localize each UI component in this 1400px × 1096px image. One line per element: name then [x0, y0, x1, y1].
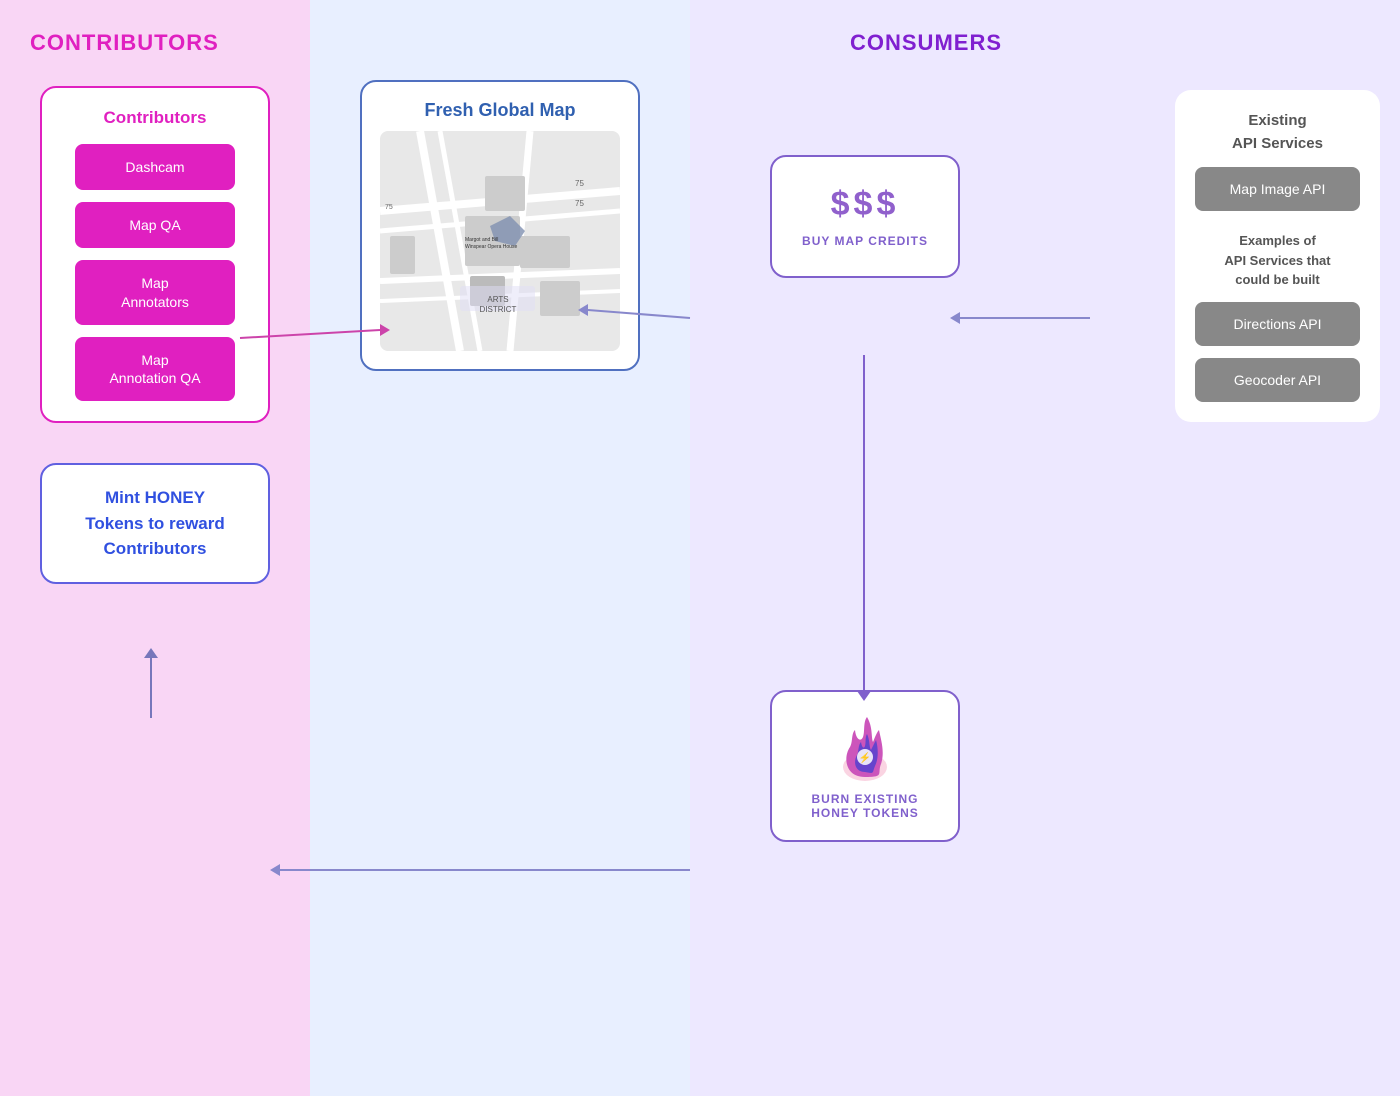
svg-text:⚡: ⚡ — [859, 751, 871, 764]
svg-text:75: 75 — [575, 179, 584, 188]
fresh-map-title: Fresh Global Map — [424, 100, 575, 121]
fresh-map-box: Fresh Global Map — [360, 80, 640, 371]
middle-panel: Fresh Global Map — [310, 0, 690, 1096]
arrow-up-head — [144, 648, 158, 658]
consumers-panel: CONSUMERS $$$ BUY MAP CREDITS ⚡ BURN EXI… — [690, 0, 1400, 1096]
svg-text:75: 75 — [575, 199, 584, 208]
dashcam-button[interactable]: Dashcam — [75, 144, 235, 190]
map-image-api-btn[interactable]: Map Image API — [1195, 167, 1360, 211]
api-examples-title: Examples ofAPI Services thatcould be bui… — [1224, 231, 1330, 290]
down-arrow-line — [863, 355, 865, 695]
directions-api-btn[interactable]: Directions API — [1195, 302, 1360, 346]
api-services-title: ExistingAPI Services — [1232, 110, 1323, 155]
map-thumbnail: ARTS DISTRICT Margot and Bill Winspear O… — [380, 131, 620, 351]
map-qa-button[interactable]: Map QA — [75, 202, 235, 248]
svg-text:Winspear Opera House: Winspear Opera House — [465, 244, 517, 250]
flame-icon: ⚡ — [835, 712, 895, 782]
svg-text:DISTRICT: DISTRICT — [480, 305, 517, 314]
svg-text:75: 75 — [385, 204, 393, 211]
svg-text:Margot and Bill: Margot and Bill — [465, 237, 498, 243]
arrow-up-line — [150, 656, 152, 718]
map-annotation-qa-button[interactable]: MapAnnotation QA — [75, 337, 235, 401]
dollar-signs: $$$ — [831, 185, 900, 224]
buy-credits-box: $$$ BUY MAP CREDITS — [770, 155, 960, 278]
mint-box: Mint HONEYTokens to rewardContributors — [40, 463, 270, 584]
contributors-title: CONTRIBUTORS — [30, 30, 219, 56]
burn-tokens-box: ⚡ BURN EXISTINGHONEY TOKENS — [770, 690, 960, 842]
contributors-box: Contributors Dashcam Map QA MapAnnotator… — [40, 86, 270, 423]
contributors-panel: CONTRIBUTORS Contributors Dashcam Map QA… — [0, 0, 310, 1096]
burn-tokens-label: BURN EXISTINGHONEY TOKENS — [811, 792, 919, 820]
svg-text:ARTS: ARTS — [487, 295, 508, 304]
down-arrow-head — [857, 691, 871, 701]
contributors-box-title: Contributors — [104, 108, 207, 128]
buy-credits-label: BUY MAP CREDITS — [802, 234, 928, 248]
map-annotators-button[interactable]: MapAnnotators — [75, 260, 235, 324]
api-services-box: ExistingAPI Services Map Image API Examp… — [1175, 90, 1380, 422]
consumers-title: CONSUMERS — [850, 30, 1002, 56]
geocoder-api-btn[interactable]: Geocoder API — [1195, 358, 1360, 402]
mint-text: Mint HONEYTokens to rewardContributors — [85, 485, 225, 562]
